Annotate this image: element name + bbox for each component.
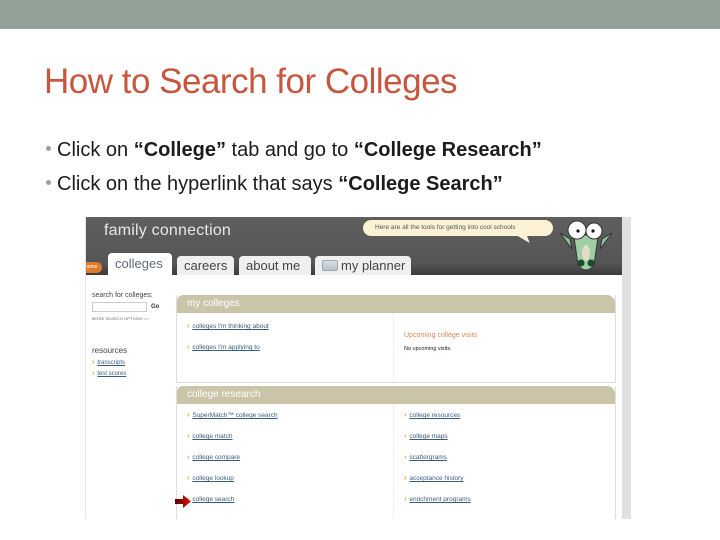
- chevron-right-icon: ›: [92, 359, 95, 366]
- chevron-right-icon: ›: [187, 475, 190, 482]
- mascot-icon: [559, 220, 613, 271]
- search-row: Go: [92, 302, 172, 312]
- go-button[interactable]: Go: [151, 304, 159, 310]
- panel-column-right: › college resources › college maps › scatte…: [393, 404, 471, 519]
- link-college-resources[interactable]: › college resources: [404, 412, 460, 419]
- tab-colleges[interactable]: colleges: [108, 253, 172, 275]
- link-college-search[interactable]: ›college search: [187, 496, 234, 503]
- link-text: college lookup: [192, 475, 234, 482]
- chevron-right-icon: ›: [404, 454, 407, 461]
- sidebar: search for colleges: Go MORE SEARCH OPTI…: [92, 292, 172, 377]
- panel-body: › colleges I'm thinking about › colleges I…: [177, 313, 615, 383]
- link-scattergrams[interactable]: › scattergrams: [404, 454, 447, 461]
- chevron-right-icon: ›: [404, 412, 407, 419]
- bullet-dot-icon: [46, 146, 51, 152]
- link-text: college compare: [192, 454, 241, 461]
- college-search-input[interactable]: [92, 302, 147, 312]
- link-text: acceptance history: [409, 475, 464, 482]
- bullet-list: Click on “College” tab and go to “Colleg…: [44, 133, 542, 201]
- bullet-item: Click on the hyperlink that says “Colleg…: [44, 167, 542, 201]
- panel-heading: college research: [177, 386, 615, 404]
- link-acceptance-history[interactable]: › acceptance history: [404, 475, 464, 482]
- panel-column-right: Upcoming college visits No upcoming visi…: [393, 313, 477, 383]
- link-supermatch[interactable]: › SuperMatch™ college search: [187, 412, 278, 419]
- upcoming-visits-text: No upcoming visits.: [404, 346, 452, 352]
- resource-link-transcripts[interactable]: › transcripts: [92, 359, 172, 366]
- bullet-dot-icon: [46, 180, 51, 186]
- bullet-text: Click on “College” tab and go to “Colleg…: [57, 139, 542, 161]
- tab-label: my planner: [341, 258, 406, 273]
- link-text: college maps: [409, 433, 448, 440]
- link-colleges-applying-to[interactable]: › colleges I'm applying to: [187, 344, 260, 351]
- chevron-right-icon: ›: [404, 433, 407, 440]
- link-colleges-thinking-about[interactable]: › colleges I'm thinking about: [187, 323, 269, 330]
- panel-body: › SuperMatch™ college search › college mat…: [177, 404, 615, 519]
- panel-heading: my colleges: [177, 295, 615, 313]
- bullet-text-bold: “College”: [133, 139, 226, 161]
- bullet-text-part: tab and go to: [225, 139, 354, 161]
- tab-my-planner[interactable]: my planner: [315, 256, 411, 275]
- scrollbar[interactable]: [622, 217, 631, 519]
- chevron-right-icon: ›: [187, 433, 190, 440]
- link-college-compare[interactable]: › college compare: [187, 454, 240, 461]
- resources-heading: resources: [92, 346, 128, 355]
- website-screenshot: family connection Here are all the tools…: [85, 217, 631, 519]
- chevron-right-icon: ›: [404, 496, 407, 503]
- tab-about-me[interactable]: about me: [239, 256, 311, 275]
- link-text: college resources: [409, 412, 461, 419]
- link-text: college search: [192, 496, 235, 503]
- red-arrow-icon: [175, 495, 191, 508]
- link-college-maps[interactable]: › college maps: [404, 433, 448, 440]
- top-band: [0, 0, 720, 29]
- link-text: test scores: [97, 371, 127, 377]
- link-text: SuperMatch™ college search: [192, 412, 278, 419]
- bullet-item: Click on “College” tab and go to “Colleg…: [44, 133, 542, 167]
- home-button[interactable]: home: [86, 262, 102, 273]
- my-colleges-panel: my colleges › colleges I'm thinking about…: [176, 295, 616, 383]
- planner-icon: [322, 260, 338, 271]
- search-label: search for colleges:: [92, 292, 153, 299]
- link-text: colleges I'm thinking about: [192, 323, 269, 330]
- upcoming-visits-title: Upcoming college visits: [404, 332, 478, 339]
- bullet-text-bold: “College Research”: [353, 139, 542, 161]
- tab-careers[interactable]: careers: [177, 256, 234, 275]
- link-college-lookup[interactable]: › college lookup: [187, 475, 234, 482]
- link-college-match[interactable]: › college match: [187, 433, 232, 440]
- chevron-right-icon: ›: [187, 412, 190, 419]
- chevron-right-icon: ›: [92, 370, 95, 377]
- chevron-right-icon: ›: [404, 475, 407, 482]
- more-search-options-link[interactable]: MORE SEARCH OPTIONS >>: [92, 316, 172, 321]
- bullet-text-part: Click on the hyperlink that says: [57, 173, 339, 195]
- link-text: scattergrams: [409, 454, 447, 461]
- link-text: college match: [192, 433, 233, 440]
- chevron-right-icon: ›: [187, 344, 190, 351]
- link-text: enrichment programs: [409, 496, 471, 503]
- slide-title: How to Search for Colleges: [44, 62, 458, 101]
- bullet-text-part: Click on: [57, 139, 134, 161]
- chevron-right-icon: ›: [187, 454, 190, 461]
- bullet-text: Click on the hyperlink that says “Colleg…: [57, 173, 503, 195]
- link-text: transcripts: [97, 360, 126, 366]
- site-header: family connection Here are all the tools…: [86, 217, 623, 275]
- link-enrichment-programs[interactable]: › enrichment programs: [404, 496, 471, 503]
- chevron-right-icon: ›: [187, 323, 190, 330]
- resource-link-test-scores[interactable]: › test scores: [92, 370, 172, 377]
- bullet-text-bold: “College Search”: [338, 173, 503, 195]
- link-text: colleges I'm applying to: [192, 344, 260, 351]
- site-logo[interactable]: family connection: [104, 222, 231, 240]
- college-research-panel: college research › SuperMatch™ college se…: [176, 386, 616, 519]
